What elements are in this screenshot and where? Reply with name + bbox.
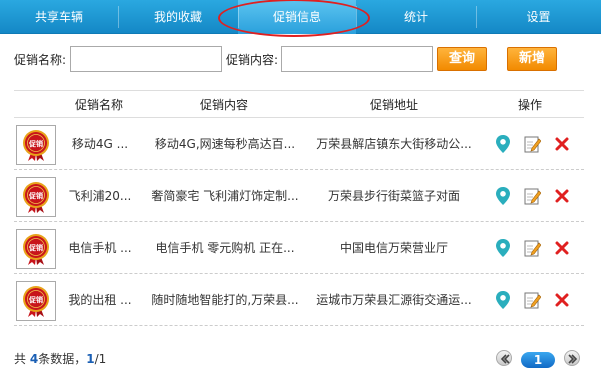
record-count-prefix: 共 bbox=[14, 352, 30, 366]
promo-name-cell: 移动4G ... bbox=[71, 137, 129, 151]
promo-address-cell: 万荣县步行街菜篮子对面 bbox=[327, 189, 460, 203]
promo-address-cell: 中国电信万荣营业厅 bbox=[339, 241, 448, 255]
promo-address-cell: 万荣县解店镇东大街移动公... bbox=[316, 137, 472, 151]
table-header: 促销名称 促销内容 促销地址 操作 bbox=[14, 90, 584, 118]
table-row: 促销 飞利浦20... 奢简豪宅 飞利浦灯饰定制... 万荣县步行街菜篮子对面 bbox=[14, 170, 584, 222]
edit-icon[interactable] bbox=[523, 238, 541, 258]
seal-text: 促销 bbox=[28, 139, 43, 148]
table-row: 促销 移动4G ... 移动4G,网速每秒高达百... 万荣县解店镇东大街移动公... bbox=[14, 118, 584, 170]
search-bar: 促销名称: 促销内容: 查询 新增 bbox=[14, 45, 594, 73]
promo-content-cell: 移动4G,网速每秒高达百... bbox=[154, 137, 296, 151]
promo-seal-icon: 促销 bbox=[23, 130, 49, 161]
map-pin-icon[interactable] bbox=[494, 238, 512, 258]
record-count: 共 4条数据，1/1 bbox=[14, 350, 106, 367]
seal-text: 促销 bbox=[28, 295, 43, 304]
promo-content-cell: 随时随地智能打的,万荣县... bbox=[151, 293, 299, 307]
prev-page-icon[interactable] bbox=[496, 350, 512, 366]
table-row: 促销 电信手机 ... 电信手机 零元购机 正在... 中国电信万荣营业厅 bbox=[14, 222, 584, 274]
tab-statistics[interactable]: 统计 bbox=[356, 0, 476, 34]
top-tab-bar: 共享车辆 我的收藏 促销信息 统计 设置 bbox=[0, 0, 601, 34]
seal-text: 促销 bbox=[28, 243, 43, 252]
query-button[interactable]: 查询 bbox=[437, 47, 487, 71]
next-page-icon[interactable] bbox=[564, 350, 580, 366]
tab-divider bbox=[476, 6, 477, 28]
promo-thumbnail[interactable]: 促销 bbox=[16, 229, 56, 269]
map-pin-icon[interactable] bbox=[494, 290, 512, 310]
promo-name-cell: 电信手机 ... bbox=[68, 241, 132, 255]
tab-settings[interactable]: 设置 bbox=[476, 0, 601, 34]
header-name: 促销名称 bbox=[74, 98, 123, 112]
promo-name-cell: 飞利浦20... bbox=[68, 189, 132, 203]
promo-thumbnail[interactable]: 促销 bbox=[16, 281, 56, 321]
promo-thumbnail[interactable]: 促销 bbox=[16, 125, 56, 165]
seal-text: 促销 bbox=[28, 191, 43, 200]
promo-content-cell: 奢简豪宅 飞利浦灯饰定制... bbox=[151, 189, 299, 203]
tab-my-favorites[interactable]: 我的收藏 bbox=[118, 0, 238, 34]
tab-shared-vehicles[interactable]: 共享车辆 bbox=[0, 0, 118, 34]
promo-content-cell: 电信手机 零元购机 正在... bbox=[155, 241, 295, 255]
tab-divider bbox=[118, 6, 119, 28]
map-pin-icon[interactable] bbox=[494, 186, 512, 206]
current-page-number: 1 bbox=[86, 352, 95, 366]
header-content: 促销内容 bbox=[199, 98, 248, 112]
promo-name-label: 促销名称: bbox=[14, 53, 67, 67]
edit-icon[interactable] bbox=[523, 134, 541, 154]
header-address: 促销地址 bbox=[369, 98, 418, 112]
edit-icon[interactable] bbox=[523, 186, 541, 206]
add-button[interactable]: 新增 bbox=[507, 47, 557, 71]
promo-seal-icon: 促销 bbox=[23, 286, 49, 317]
delete-icon[interactable] bbox=[553, 186, 571, 206]
tab-divider bbox=[356, 6, 357, 28]
delete-icon[interactable] bbox=[553, 290, 571, 310]
promotions-table: 促销名称 促销内容 促销地址 操作 促销 移动4G ... 移动4G,网速每秒高达百… bbox=[14, 90, 584, 326]
promo-address-cell: 运城市万荣县汇源街交通运... bbox=[316, 293, 472, 307]
map-pin-icon[interactable] bbox=[494, 134, 512, 154]
table-row: 促销 我的出租 ... 随时随地智能打的,万荣县... 运城市万荣县汇源街交通运... bbox=[14, 274, 584, 326]
tab-promotions[interactable]: 促销信息 bbox=[238, 0, 356, 34]
promo-name-cell: 我的出租 ... bbox=[68, 293, 132, 307]
total-pages: /1 bbox=[94, 352, 107, 366]
current-page-button[interactable]: 1 bbox=[521, 352, 555, 368]
edit-icon[interactable] bbox=[523, 290, 541, 310]
promo-name-input[interactable] bbox=[70, 46, 222, 72]
delete-icon[interactable] bbox=[553, 238, 571, 258]
promo-content-input[interactable] bbox=[281, 46, 433, 72]
record-count-middle: 条数据， bbox=[38, 352, 87, 366]
record-total: 4 bbox=[29, 352, 39, 366]
tab-divider bbox=[238, 6, 239, 28]
table-body: 促销 移动4G ... 移动4G,网速每秒高达百... 万荣县解店镇东大街移动公...… bbox=[14, 118, 584, 326]
promo-seal-icon: 促销 bbox=[23, 182, 49, 213]
promo-thumbnail[interactable]: 促销 bbox=[16, 177, 56, 217]
header-actions: 操作 bbox=[517, 98, 542, 112]
promo-seal-icon: 促销 bbox=[23, 234, 49, 265]
delete-icon[interactable] bbox=[553, 134, 571, 154]
promo-content-label: 促销内容: bbox=[226, 53, 279, 67]
